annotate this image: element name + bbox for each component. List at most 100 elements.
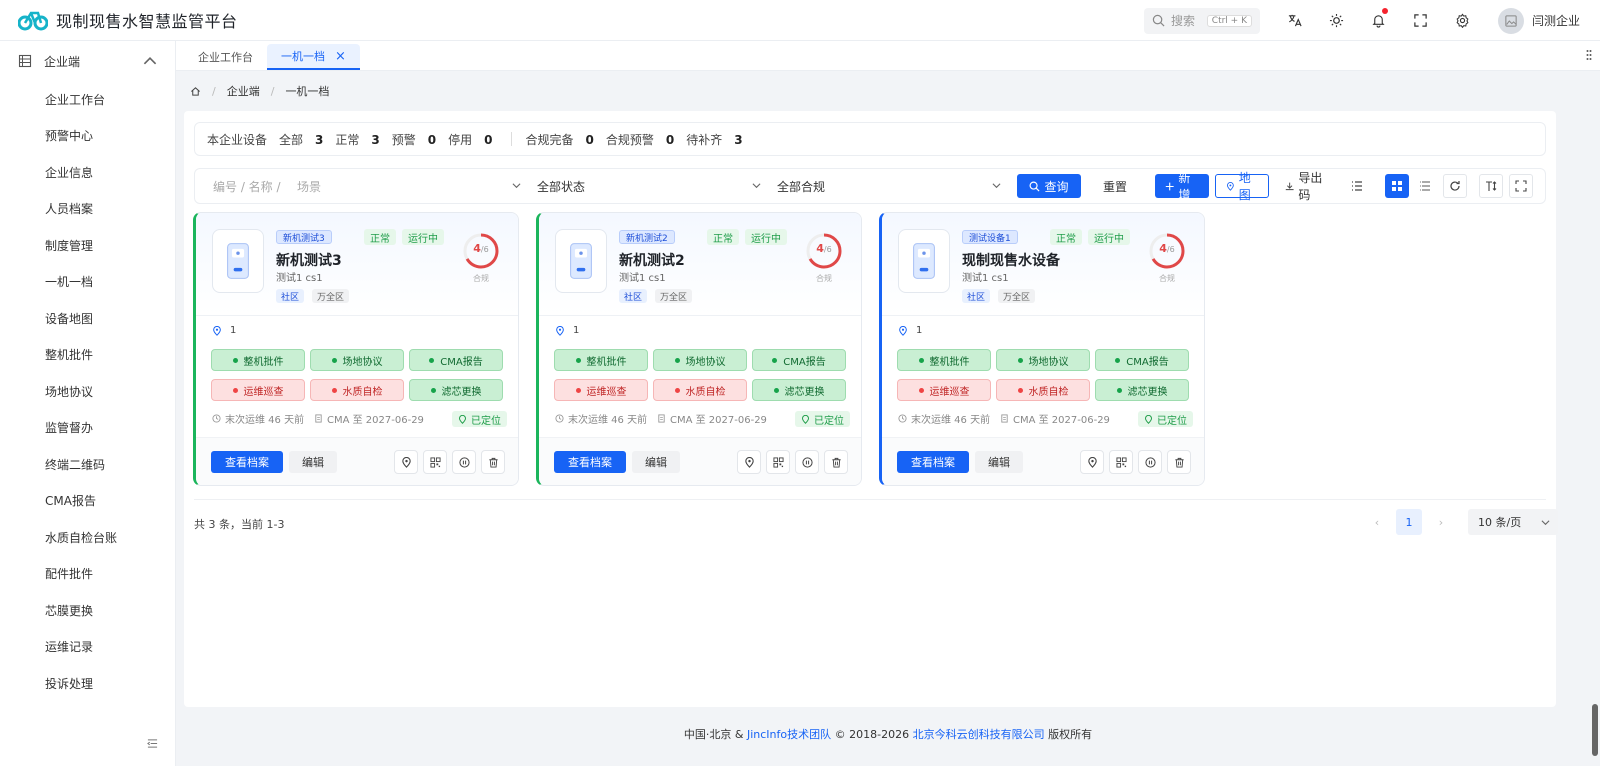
page-size-select[interactable]: 10 条/页 [1468, 509, 1558, 535]
sidebar-item-cma[interactable]: CMA报告 [0, 483, 175, 520]
stat-compliance-warning[interactable]: 合规预警 0 [606, 131, 674, 148]
sidebar-item-supervision[interactable]: 监管督办 [0, 410, 175, 447]
stat-all[interactable]: 全部 3 [279, 131, 323, 148]
pause-button[interactable] [1138, 450, 1162, 474]
team-link[interactable]: JincInfo技术团队 [747, 728, 831, 741]
stat-pending[interactable]: 待补齐 3 [686, 131, 742, 148]
delete-button[interactable] [1167, 450, 1191, 474]
fullscreen-button[interactable] [1400, 0, 1442, 41]
reset-button[interactable]: 重置 [1089, 174, 1141, 198]
maintenance-inspection-badge[interactable]: 运维巡查 [554, 379, 648, 401]
machine-approval-badge[interactable]: 整机批件 [211, 349, 305, 371]
cma-report-badge[interactable]: CMA报告 [1095, 349, 1189, 371]
view-archive-button[interactable]: 查看档案 [554, 451, 626, 473]
sidebar-item-maintenance[interactable]: 运维记录 [0, 629, 175, 666]
machine-approval-badge[interactable]: 整机批件 [554, 349, 648, 371]
locate-button[interactable] [1080, 450, 1104, 474]
sidebar-item-workbench[interactable]: 企业工作台 [0, 81, 175, 118]
sidebar-item-device-map[interactable]: 设备地图 [0, 300, 175, 337]
tab-device-archive[interactable]: 一机一档 × [267, 44, 360, 70]
maintenance-inspection-badge[interactable]: 运维巡查 [211, 379, 305, 401]
filter-replace-badge[interactable]: 滤芯更换 [409, 379, 503, 401]
site-agreement-badge[interactable]: 场地协议 [996, 349, 1090, 371]
add-button[interactable]: 新增 [1155, 171, 1209, 202]
translate-button[interactable] [1274, 0, 1316, 41]
theme-button[interactable] [1316, 0, 1358, 41]
refresh-button[interactable] [1443, 174, 1467, 198]
tab-workbench[interactable]: 企业工作台 [184, 44, 267, 70]
sidebar-item-water-check[interactable]: 水质自检台账 [0, 519, 175, 556]
locate-button[interactable] [394, 450, 418, 474]
chevron-down-icon [512, 183, 521, 189]
edit-button[interactable]: 编辑 [632, 451, 680, 473]
breadcrumb-item[interactable]: 企业端 [227, 83, 260, 99]
search-box[interactable]: 搜索 Ctrl + K [1143, 7, 1260, 34]
stat-normal[interactable]: 正常 3 [335, 131, 379, 148]
view-archive-button[interactable]: 查看档案 [897, 451, 969, 473]
sidebar-item-membrane[interactable]: 芯膜更换 [0, 592, 175, 629]
water-check-badge[interactable]: 水质自检 [653, 379, 747, 401]
sidebar-item-qrcode[interactable]: 终端二维码 [0, 446, 175, 483]
site-agreement-badge[interactable]: 场地协议 [310, 349, 404, 371]
locate-button[interactable] [737, 450, 761, 474]
maintenance-inspection-badge[interactable]: 运维巡查 [897, 379, 991, 401]
settings-button[interactable] [1442, 0, 1484, 41]
table-fullscreen-button[interactable] [1509, 174, 1533, 198]
scene-select[interactable]: 场景 [287, 172, 527, 200]
sidebar-item-complaints[interactable]: 投诉处理 [0, 665, 175, 702]
user-menu[interactable]: 闫测企业 [1484, 7, 1600, 34]
code-name-input[interactable]: 编号 / 名称 / [195, 172, 287, 200]
sidebar-item-site-agreement[interactable]: 场地协议 [0, 373, 175, 410]
map-button[interactable]: 地图 [1215, 171, 1269, 202]
sidebar-item-device-archive[interactable]: 一机一档 [0, 264, 175, 301]
sidebar-item-company-info[interactable]: 企业信息 [0, 154, 175, 191]
sidebar-item-parts[interactable]: 配件批件 [0, 556, 175, 593]
qrcode-button[interactable] [1109, 450, 1133, 474]
scrollbar[interactable] [1592, 704, 1598, 756]
site-agreement-badge[interactable]: 场地协议 [653, 349, 747, 371]
qrcode-button[interactable] [766, 450, 790, 474]
home-icon[interactable] [190, 86, 201, 97]
status-select[interactable]: 全部状态 [527, 172, 767, 200]
list-view-button[interactable] [1413, 174, 1437, 198]
sidebar-item-alerts[interactable]: 预警中心 [0, 118, 175, 155]
notification-button[interactable] [1358, 0, 1400, 41]
list-options-button[interactable] [1345, 174, 1369, 198]
delete-button[interactable] [481, 450, 505, 474]
grid-view-button[interactable] [1385, 174, 1409, 198]
stat-warning[interactable]: 预警 0 [392, 131, 436, 148]
export-qrcode-button[interactable]: 导出码 [1275, 171, 1339, 202]
next-page-button[interactable]: › [1428, 509, 1454, 535]
cma-report-badge[interactable]: CMA报告 [409, 349, 503, 371]
collapse-sidebar-button[interactable] [143, 734, 161, 752]
filter-replace-badge[interactable]: 滤芯更换 [752, 379, 846, 401]
stat-compliant[interactable]: 合规完备 0 [526, 131, 594, 148]
edit-button[interactable]: 编辑 [289, 451, 337, 473]
prev-page-button[interactable]: ‹ [1364, 509, 1390, 535]
tab-bar: 企业工作台 一机一档 × [176, 41, 1600, 71]
sidebar-item-staff[interactable]: 人员档案 [0, 191, 175, 228]
company-link[interactable]: 北京今科云创科技有限公司 [913, 728, 1045, 741]
column-height-button[interactable] [1479, 174, 1503, 198]
query-button[interactable]: 查询 [1017, 174, 1081, 198]
pause-button[interactable] [795, 450, 819, 474]
view-archive-button[interactable]: 查看档案 [211, 451, 283, 473]
water-check-badge[interactable]: 水质自检 [996, 379, 1090, 401]
pause-button[interactable] [452, 450, 476, 474]
sidebar-item-policy[interactable]: 制度管理 [0, 227, 175, 264]
filter-replace-badge[interactable]: 滤芯更换 [1095, 379, 1189, 401]
page-number[interactable]: 1 [1396, 509, 1422, 535]
sidebar-item-machine-approval[interactable]: 整机批件 [0, 337, 175, 374]
compliance-select[interactable]: 全部合规 [767, 172, 1007, 200]
stat-stopped[interactable]: 停用 0 [448, 131, 492, 148]
water-check-badge[interactable]: 水质自检 [310, 379, 404, 401]
delete-button[interactable] [824, 450, 848, 474]
cma-report-badge[interactable]: CMA报告 [752, 349, 846, 371]
machine-approval-badge[interactable]: 整机批件 [897, 349, 991, 371]
logo[interactable]: 现制现售水智慧监管平台 [0, 8, 300, 32]
qrcode-button[interactable] [423, 450, 447, 474]
close-icon[interactable]: × [335, 49, 346, 64]
edit-button[interactable]: 编辑 [975, 451, 1023, 473]
sidebar-group-enterprise[interactable]: 企业端 [0, 41, 175, 81]
tabs-more-button[interactable] [1586, 49, 1592, 64]
